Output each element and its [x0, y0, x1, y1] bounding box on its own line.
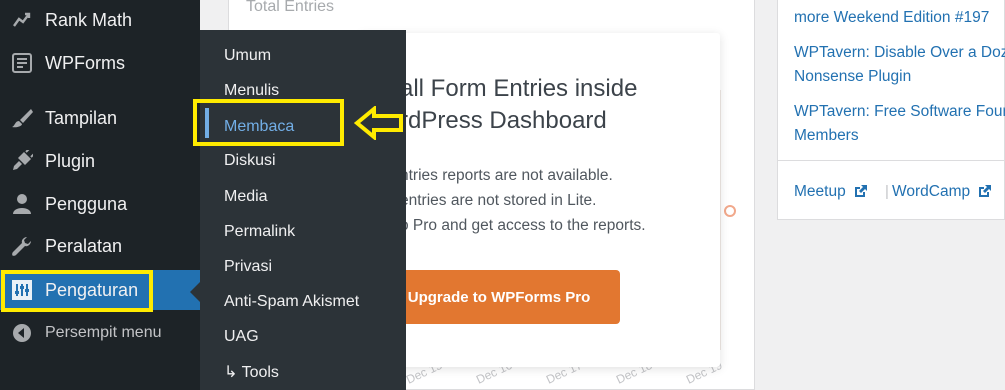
modal-headline-line: rdPress Dashboard	[400, 107, 607, 134]
sidebar-item-label: Persempit menu	[45, 324, 162, 341]
modal-headline-line: all Form Entries inside	[400, 75, 638, 102]
settings-submenu: Umum Menulis Membaca Diskusi Media Perma…	[200, 30, 406, 390]
submenu-item-umum[interactable]: Umum	[224, 44, 271, 68]
sidebar-item-wpforms[interactable]: WPForms	[0, 43, 200, 83]
sidebar-item-label: Tampilan	[45, 107, 118, 128]
modal-body-line: entries are not stored in Lite.	[400, 192, 597, 209]
admin-sidebar: Rank Math WPForms Tampilan Plugin Penggu…	[0, 0, 200, 390]
paintbrush-icon	[10, 106, 34, 130]
sidebar-item-peralatan[interactable]: Peralatan	[0, 226, 200, 266]
news-link[interactable]: more Weekend Edition #197	[794, 6, 989, 30]
sidebar-item-label: WPForms	[45, 52, 125, 73]
submenu-item-permalink[interactable]: Permalink	[224, 220, 295, 244]
sidebar-item-label: Pengguna	[45, 193, 128, 214]
sidebar-item-label: Rank Math	[45, 9, 133, 30]
modal-headline: all Form Entries inside rdPress Dashboar…	[400, 73, 720, 137]
upgrade-modal: all Form Entries inside rdPress Dashboar…	[360, 33, 720, 367]
highlight-box-membaca	[193, 99, 344, 146]
wordcamp-link-label: WordCamp	[892, 183, 971, 200]
news-link[interactable]: WPTavern: Disable Over a Doz	[794, 41, 1005, 65]
submenu-pointer	[190, 282, 200, 302]
modal-body-line: ntries reports are not available.	[400, 167, 613, 184]
chart-data-point	[724, 205, 736, 217]
modal-body-text: ntries reports are not available. entrie…	[400, 163, 720, 238]
news-link[interactable]: Nonsense Plugin	[794, 65, 911, 89]
user-icon	[10, 192, 34, 216]
modal-body-line: o Pro and get access to the reports.	[400, 217, 646, 234]
submenu-item-media[interactable]: Media	[224, 185, 268, 209]
footer-separator: |	[885, 183, 889, 200]
external-link-icon	[854, 185, 867, 197]
highlight-box-pengaturan	[1, 270, 153, 312]
annotation-arrow-icon	[354, 106, 403, 140]
meetup-link-label: Meetup	[794, 183, 846, 200]
submenu-item-anti-spam-akismet[interactable]: Anti-Spam Akismet	[224, 290, 359, 314]
sidebar-item-plugin[interactable]: Plugin	[0, 141, 200, 181]
wrench-icon	[10, 234, 34, 258]
rank-math-icon	[10, 8, 34, 32]
submenu-item-uag[interactable]: UAG	[224, 325, 259, 349]
news-link[interactable]: WPTavern: Free Software Four	[794, 100, 1005, 124]
sidebar-item-label: Plugin	[45, 150, 96, 171]
plugin-icon	[10, 149, 34, 173]
submenu-item-diskusi[interactable]: Diskusi	[224, 149, 276, 173]
wordcamp-link[interactable]: WordCamp	[892, 180, 992, 204]
external-link-icon	[979, 185, 992, 197]
sidebar-item-label: Peralatan	[45, 235, 123, 256]
sidebar-item-tampilan[interactable]: Tampilan	[0, 98, 200, 138]
meetup-link[interactable]: Meetup	[794, 180, 868, 204]
submenu-item-tools[interactable]: ↳ Tools	[224, 361, 279, 385]
submenu-item-privasi[interactable]: Privasi	[224, 255, 272, 279]
collapse-menu-button[interactable]: Persempit menu	[0, 313, 200, 353]
collapse-arrow-icon	[10, 321, 34, 345]
news-link[interactable]: Members	[794, 124, 859, 148]
sidebar-item-pengguna[interactable]: Pengguna	[0, 184, 200, 224]
news-footer-divider	[777, 160, 1005, 161]
total-entries-title: Total Entries	[246, 0, 335, 15]
chart-gridline	[720, 90, 721, 350]
wpforms-icon	[10, 51, 34, 75]
sidebar-item-rank-math[interactable]: Rank Math	[0, 0, 200, 40]
